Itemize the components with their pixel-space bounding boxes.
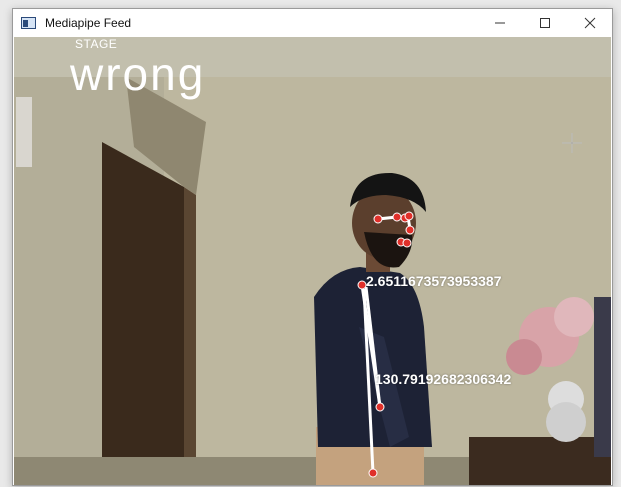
minimize-icon xyxy=(494,22,505,24)
window-controls xyxy=(477,9,612,37)
crosshair-cursor-icon xyxy=(562,133,582,153)
minimize-button[interactable] xyxy=(477,9,522,37)
mediapipe-window: Mediapipe Feed STAGE wrong 2.65116735739… xyxy=(12,8,613,486)
angle-readout-elbow: 130.79192682306342 xyxy=(375,371,512,387)
landmark-point xyxy=(392,212,402,222)
landmark-point xyxy=(405,225,415,235)
angle-readout-shoulder: 2.6511673573953387 xyxy=(366,273,502,289)
close-icon xyxy=(584,17,595,29)
camera-scene xyxy=(14,37,611,485)
title-bar[interactable]: Mediapipe Feed xyxy=(13,9,612,37)
doorway xyxy=(102,142,184,485)
close-button[interactable] xyxy=(567,9,612,37)
maximize-icon xyxy=(539,18,550,28)
landmark-point xyxy=(402,238,412,248)
app-window-icon xyxy=(21,15,37,31)
landmark-point xyxy=(357,280,367,290)
table xyxy=(469,437,611,485)
landmark-point xyxy=(368,468,378,478)
landmark-point xyxy=(375,402,385,412)
window-title: Mediapipe Feed xyxy=(45,16,132,30)
maximize-button[interactable] xyxy=(522,9,567,37)
landmark-point xyxy=(404,211,414,221)
camera-feed: STAGE wrong 2.6511673573953387 130.79192… xyxy=(14,37,611,485)
switch-board xyxy=(16,97,32,167)
stage-value: wrong xyxy=(70,48,206,100)
landmark-point xyxy=(373,214,383,224)
